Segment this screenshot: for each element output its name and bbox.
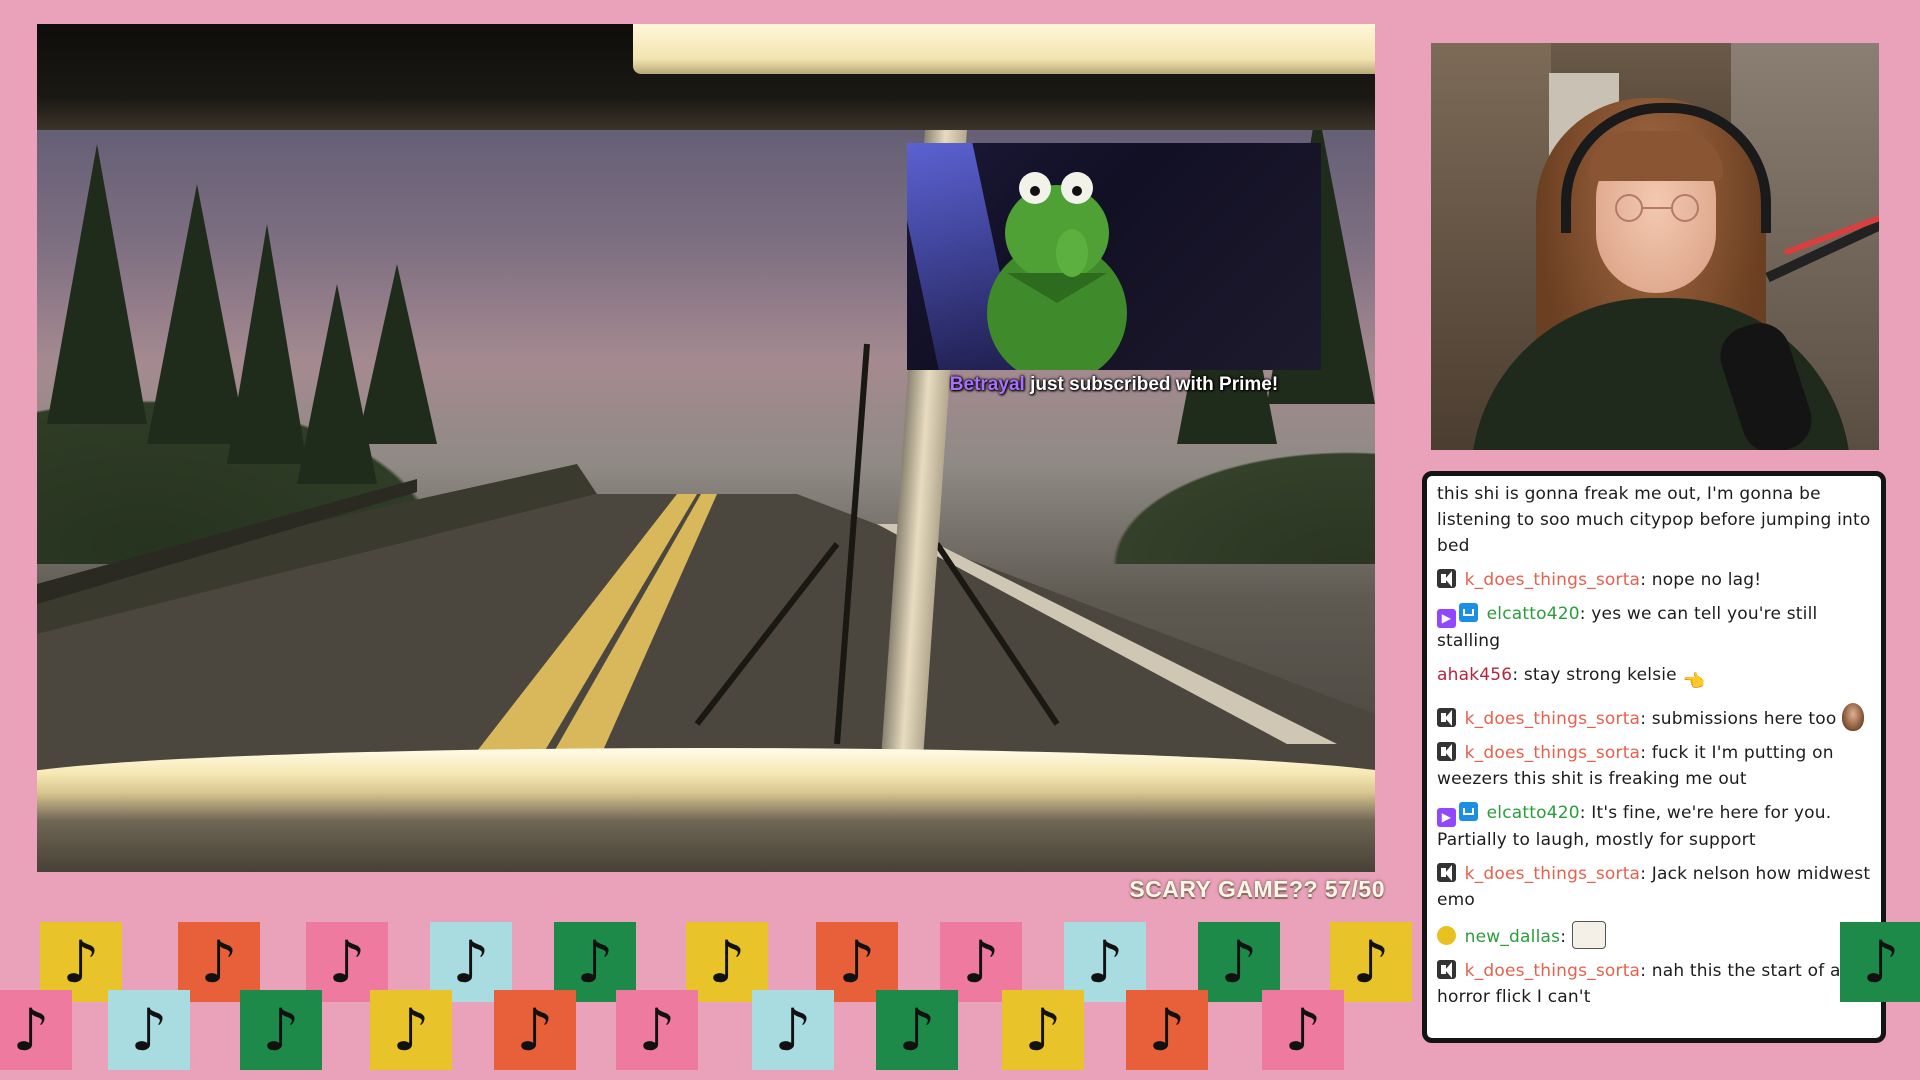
- mod-icon: [1437, 960, 1456, 979]
- cat-emote: [1571, 921, 1606, 949]
- webcam-feed: [1431, 43, 1879, 450]
- mod-icon: [1437, 742, 1456, 761]
- chat-message: this shi is gonna freak me out, I'm gonn…: [1437, 481, 1872, 559]
- prime-icon: ▶: [1437, 808, 1456, 827]
- alert-image: [907, 143, 1321, 370]
- alert-text: just subscribed with Prime!: [1024, 374, 1279, 395]
- music-note-tile: ♪: [876, 990, 958, 1070]
- chat-message: k_does_things_sorta: fuck it I'm putting…: [1437, 740, 1872, 792]
- kermit-image: [987, 172, 1127, 370]
- subscriber-icon: [1459, 802, 1478, 821]
- music-note-tile: ♪: [1126, 990, 1208, 1070]
- chat-message: k_does_things_sorta: nah this the start …: [1437, 958, 1872, 1010]
- chat-message: new_dallas:: [1437, 921, 1872, 950]
- chat-separator: :: [1560, 927, 1572, 947]
- chat-message-text: stay strong kelsie: [1523, 665, 1677, 685]
- mod-icon: [1437, 708, 1456, 727]
- smiley-badge-icon: [1437, 926, 1456, 945]
- mod-icon: [1437, 863, 1456, 882]
- subscriber-icon: [1459, 603, 1478, 622]
- music-note-tile: ♪: [1840, 922, 1920, 1002]
- music-note-tile: ♪: [240, 990, 322, 1070]
- chat-message: ▶ elcatto420: yes we can tell you're sti…: [1437, 601, 1872, 654]
- music-note-tile: ♪: [616, 990, 698, 1070]
- music-note-tile: ♪: [370, 990, 452, 1070]
- chat-message-text: nope no lag!: [1651, 570, 1762, 590]
- chat-separator: :: [1579, 803, 1592, 823]
- chat-message: k_does_things_sorta: Jack nelson how mid…: [1437, 861, 1872, 913]
- music-note-tile: ♪: [0, 990, 72, 1070]
- music-note-tile: ♪: [494, 990, 576, 1070]
- face-emote: [1842, 703, 1865, 731]
- chat-separator: :: [1640, 864, 1652, 884]
- chat-username[interactable]: elcatto420: [1487, 604, 1580, 624]
- chat-username[interactable]: k_does_things_sorta: [1465, 570, 1641, 590]
- chat-username[interactable]: k_does_things_sorta: [1465, 743, 1641, 763]
- chat-message: ▶ elcatto420: It's fine, we're here for …: [1437, 800, 1872, 853]
- alert-username: Betrayal: [949, 374, 1025, 395]
- chat-message: ahak456: stay strong kelsie 👈: [1437, 662, 1872, 695]
- chat-username[interactable]: new_dallas: [1465, 927, 1561, 947]
- chat-message-text: this shi is gonna freak me out, I'm gonn…: [1437, 484, 1871, 556]
- chat-separator: :: [1640, 709, 1652, 729]
- chat-message: k_does_things_sorta: submissions here to…: [1437, 703, 1872, 732]
- mod-icon: [1437, 569, 1456, 588]
- chat-separator: :: [1512, 665, 1524, 685]
- music-note-tile: ♪: [108, 990, 190, 1070]
- chat-separator: :: [1640, 743, 1652, 763]
- chat-message-text: submissions here too: [1651, 709, 1837, 729]
- chat-message: k_does_things_sorta: nope no lag!: [1437, 567, 1872, 593]
- chat-username[interactable]: k_does_things_sorta: [1465, 864, 1641, 884]
- chat-separator: :: [1579, 604, 1592, 624]
- pointing-hand-emote: 👈: [1682, 671, 1706, 692]
- music-note-tile: ♪: [752, 990, 834, 1070]
- chat-separator: :: [1640, 570, 1652, 590]
- chat-username[interactable]: k_does_things_sorta: [1465, 961, 1641, 981]
- chat-username[interactable]: k_does_things_sorta: [1465, 709, 1641, 729]
- roof-light: [633, 24, 1375, 74]
- alert-message: Betrayal just subscribed with Prime!: [907, 374, 1321, 396]
- chat-separator: :: [1640, 961, 1652, 981]
- chat-username[interactable]: elcatto420: [1487, 803, 1580, 823]
- car-dashboard: [37, 748, 1375, 872]
- chat-box: this shi is gonna freak me out, I'm gonn…: [1422, 471, 1886, 1043]
- scary-game-counter: SCARY GAME?? 57/50: [1129, 876, 1385, 902]
- music-note-tile: ♪: [1262, 990, 1344, 1070]
- prime-icon: ▶: [1437, 609, 1456, 628]
- music-note-tile: ♪: [1002, 990, 1084, 1070]
- chat-username[interactable]: ahak456: [1437, 665, 1512, 685]
